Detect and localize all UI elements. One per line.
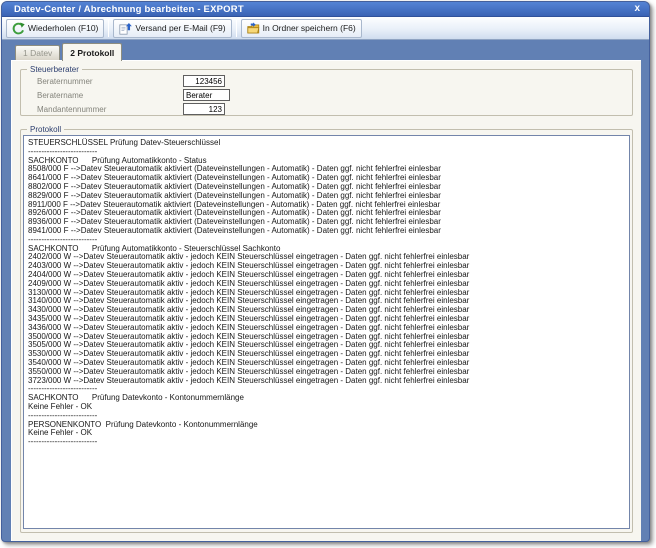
beratername-row: Beratername	[21, 89, 632, 102]
toolbar: Wiederholen (F10) Versand per E-Mail (F9…	[2, 17, 649, 40]
versand-email-button[interactable]: Versand per E-Mail (F9)	[113, 19, 231, 38]
tab-datev[interactable]: 1 Datev	[15, 45, 60, 60]
log-line: 8941/000 F -->Datev Steuerautomatik akti…	[28, 227, 625, 236]
log-line: Keine Fehler - OK	[28, 429, 625, 438]
wiederholen-label: Wiederholen (F10)	[28, 23, 98, 33]
beraternummer-row: Beraternummer	[21, 75, 632, 88]
datev-export-window: Datev-Center / Abrechnung bearbeiten - E…	[1, 1, 650, 542]
send-mail-icon	[119, 22, 132, 35]
toolbar-separator	[236, 20, 237, 37]
log-line: --------------------------	[28, 438, 625, 447]
toolbar-separator	[108, 20, 109, 37]
wiederholen-button[interactable]: Wiederholen (F10)	[6, 19, 104, 38]
beraternummer-label: Beraternummer	[37, 77, 93, 86]
steuerberater-legend: Steuerberater	[27, 65, 82, 74]
log-line: Keine Fehler - OK	[28, 403, 625, 412]
window-title: Datev-Center / Abrechnung bearbeiten - E…	[2, 2, 649, 17]
tab-protokoll[interactable]: 2 Protokoll	[62, 43, 122, 61]
close-icon[interactable]: x	[634, 2, 640, 16]
log-line: PERSONENKONTO Prüfung Datevkonto - Konto…	[28, 421, 625, 430]
log-line: STEUERSCHLÜSSEL Prüfung Datev-Steuerschl…	[28, 139, 625, 148]
versand-email-label: Versand per E-Mail (F9)	[135, 23, 225, 33]
tabstrip: 1 Datev 2 Protokoll	[11, 40, 641, 60]
mandantennummer-row: Mandantennummer	[21, 103, 632, 116]
refresh-icon	[12, 22, 25, 35]
tab-protokoll-label: 2 Protokoll	[70, 48, 114, 58]
mandantennummer-field[interactable]	[183, 103, 225, 115]
protokoll-groupbox: Protokoll STEUERSCHLÜSSEL Prüfung Datev-…	[20, 129, 633, 533]
steuerberater-groupbox: Steuerberater Beraternummer Beratername …	[20, 69, 633, 116]
tab-datev-label: 1 Datev	[23, 48, 52, 58]
titlebar: Datev-Center / Abrechnung bearbeiten - E…	[2, 2, 649, 17]
content-frame: 1 Datev 2 Protokoll Steuerberater Berate…	[2, 40, 649, 542]
log-line: 3723/000 W -->Datev Steuerautomatik akti…	[28, 377, 625, 386]
save-folder-icon	[247, 22, 260, 35]
log-lines: STEUERSCHLÜSSEL Prüfung Datev-Steuerschl…	[28, 139, 625, 447]
protokoll-log-area[interactable]: STEUERSCHLÜSSEL Prüfung Datev-Steuerschl…	[23, 135, 630, 529]
beraternummer-field[interactable]	[183, 75, 225, 87]
in-ordner-speichern-button[interactable]: In Ordner speichern (F6)	[241, 19, 362, 38]
protokoll-legend: Protokoll	[27, 125, 64, 134]
log-line: SACHKONTO Prüfung Datevkonto - Kontonumm…	[28, 394, 625, 403]
in-ordner-speichern-label: In Ordner speichern (F6)	[263, 23, 356, 33]
beratername-label: Beratername	[37, 91, 83, 100]
beratername-field[interactable]	[183, 89, 230, 101]
protokoll-tab-page: Steuerberater Beraternummer Beratername …	[11, 60, 641, 542]
mandantennummer-label: Mandantennummer	[37, 105, 106, 114]
